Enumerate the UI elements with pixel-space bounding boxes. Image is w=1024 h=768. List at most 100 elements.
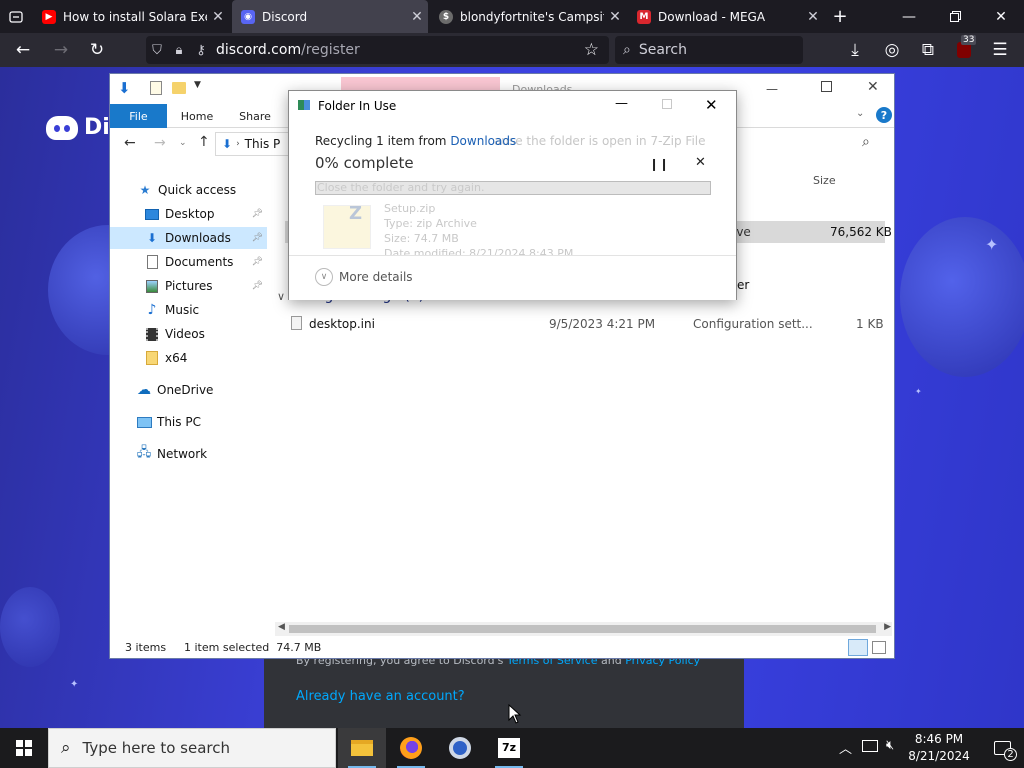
quick-access-download-icon[interactable]: ⬇ bbox=[118, 79, 131, 97]
qat-dropdown-icon[interactable]: ▼ bbox=[194, 80, 201, 90]
zip-file-icon bbox=[323, 205, 371, 249]
nav-network[interactable]: 🖧︎ Network bbox=[110, 443, 267, 465]
horizontal-scrollbar[interactable]: ◀ ▶ bbox=[275, 622, 892, 636]
tab-campsite[interactable]: $ blondyfortnite's Campsite ✕ bbox=[430, 0, 626, 33]
tray-clock[interactable]: 8:46 PM 8/21/2024 bbox=[906, 731, 972, 765]
nav-label: Desktop bbox=[165, 207, 215, 221]
address-bar[interactable]: ⬇ › This P bbox=[215, 132, 290, 156]
ublock-icon[interactable]: 33 bbox=[951, 35, 977, 62]
back-icon[interactable]: ← bbox=[10, 38, 36, 62]
ribbon-tab-home[interactable]: Home bbox=[173, 104, 221, 128]
tab-title: Download - MEGA bbox=[658, 9, 766, 24]
close-icon[interactable]: ✕ bbox=[867, 79, 879, 95]
nav-videos[interactable]: Videos bbox=[110, 323, 267, 345]
new-folder-icon[interactable] bbox=[172, 82, 186, 94]
minimize-icon[interactable]: — bbox=[615, 96, 628, 111]
nav-quick-access[interactable]: ★ Quick access bbox=[110, 179, 267, 201]
nav-desktop[interactable]: Desktop 📌︎ bbox=[110, 203, 267, 225]
login-link[interactable]: Already have an account? bbox=[296, 689, 465, 704]
menu-hamburger-icon[interactable]: ☰ bbox=[987, 38, 1013, 62]
tab-close-icon[interactable]: ✕ bbox=[207, 9, 229, 25]
url-bar[interactable]: ⛉ 🔒︎ ⚷ discord.com/register ☆ bbox=[146, 36, 609, 64]
folder-icon bbox=[144, 351, 160, 365]
recent-dropdown-icon[interactable]: ⌄ bbox=[179, 138, 187, 148]
shield-icon[interactable]: ⛉ bbox=[146, 43, 168, 58]
more-details-toggle[interactable]: ∨ More details bbox=[315, 268, 413, 286]
pause-icon[interactable]: ❙❙ bbox=[649, 157, 669, 171]
star-icon: ★ bbox=[139, 183, 151, 197]
taskbar-7zip[interactable]: 7z bbox=[485, 728, 533, 768]
breadcrumb-this-pc[interactable]: This P bbox=[245, 137, 281, 151]
nav-label: Videos bbox=[165, 327, 205, 341]
ribbon-tab-file[interactable]: File bbox=[110, 104, 167, 128]
restore-icon[interactable] bbox=[932, 0, 978, 33]
file-info-name: Setup.zip bbox=[384, 202, 436, 215]
nav-x64[interactable]: x64 bbox=[110, 347, 267, 369]
tab-close-icon[interactable]: ✕ bbox=[406, 9, 428, 25]
scroll-left-arrow-icon[interactable]: ◀ bbox=[278, 622, 285, 632]
back-arrow-icon[interactable]: ← bbox=[124, 135, 136, 151]
nav-documents[interactable]: Documents 📌︎ bbox=[110, 251, 267, 273]
ribbon-tab-share[interactable]: Share bbox=[231, 104, 279, 128]
tab-title: Discord bbox=[262, 9, 308, 24]
properties-icon[interactable] bbox=[150, 81, 162, 95]
up-arrow-icon[interactable]: ↑ bbox=[198, 134, 210, 150]
downloads-breadcrumb-icon: ⬇ bbox=[222, 137, 233, 151]
tab-close-icon[interactable]: ✕ bbox=[604, 9, 626, 25]
tab-mega[interactable]: M Download - MEGA ✕ bbox=[628, 0, 824, 33]
help-icon[interactable]: ? bbox=[876, 107, 892, 123]
network-tray-icon[interactable] bbox=[862, 740, 878, 752]
maximize-icon[interactable] bbox=[821, 81, 832, 92]
scrollbar-thumb[interactable] bbox=[289, 625, 876, 633]
column-header-size[interactable]: Size bbox=[813, 174, 836, 187]
nav-label: OneDrive bbox=[157, 383, 214, 397]
forward-arrow-icon[interactable]: → bbox=[154, 135, 166, 151]
details-view-icon[interactable] bbox=[848, 639, 868, 656]
file-row-desktop-ini[interactable]: desktop.ini 9/5/2023 4:21 PM Configurati… bbox=[285, 313, 885, 335]
nav-pictures[interactable]: Pictures 📌︎ bbox=[110, 275, 267, 297]
search-bar[interactable]: ⌕ Search bbox=[615, 36, 803, 64]
nav-downloads[interactable]: ⬇ Downloads 📌︎ bbox=[110, 227, 267, 249]
recycling-source-link[interactable]: Downloads bbox=[450, 134, 516, 148]
discord-logo-icon bbox=[46, 115, 78, 140]
pin-icon: 📌︎ bbox=[251, 209, 263, 219]
reload-icon[interactable]: ↻ bbox=[84, 38, 110, 62]
notification-center-button[interactable]: 2 bbox=[980, 728, 1024, 768]
lock-icon[interactable]: 🔒︎ bbox=[168, 43, 190, 58]
permissions-key-icon[interactable]: ⚷ bbox=[190, 43, 212, 58]
taskbar-file-explorer[interactable] bbox=[338, 728, 386, 768]
network-icon: 🖧︎ bbox=[136, 445, 152, 460]
extensions-puzzle-icon[interactable]: ⧉ bbox=[915, 38, 941, 62]
minimize-icon[interactable]: — bbox=[886, 0, 932, 33]
taskbar-firefox[interactable] bbox=[387, 728, 435, 768]
start-button[interactable] bbox=[0, 728, 48, 768]
account-icon[interactable]: ◎ bbox=[879, 38, 905, 62]
tab-close-icon[interactable]: ✕ bbox=[802, 9, 824, 25]
downloads-icon[interactable]: ⤓ bbox=[842, 38, 868, 62]
nav-label: Documents bbox=[165, 255, 234, 269]
nav-this-pc[interactable]: This PC bbox=[110, 411, 267, 433]
nav-label: This PC bbox=[157, 415, 201, 429]
tab-discord[interactable]: ◉ Discord ✕ bbox=[232, 0, 428, 33]
tray-chevron-up-icon[interactable]: ︿ bbox=[839, 738, 852, 757]
close-icon[interactable]: ✕ bbox=[705, 96, 718, 114]
tab-solara[interactable]: ▶ How to install Solara Execu ✕ bbox=[33, 0, 229, 33]
tab-list-icon[interactable] bbox=[0, 0, 32, 33]
close-window-icon[interactable]: ✕ bbox=[978, 0, 1024, 33]
nav-onedrive[interactable]: ☁ OneDrive bbox=[110, 379, 267, 401]
forward-icon[interactable]: → bbox=[48, 38, 74, 62]
scroll-right-arrow-icon[interactable]: ▶ bbox=[884, 622, 891, 632]
background-planet bbox=[0, 587, 60, 667]
bookmark-star-icon[interactable]: ☆ bbox=[584, 40, 599, 60]
minimize-icon[interactable]: — bbox=[766, 82, 778, 96]
cancel-x-icon[interactable]: ✕ bbox=[695, 155, 706, 170]
taskbar-search-box[interactable]: ⌕ Type here to search bbox=[48, 728, 336, 768]
nav-music[interactable]: ♪ Music bbox=[110, 299, 267, 321]
large-icons-view-icon[interactable] bbox=[872, 641, 886, 654]
search-magnifier-icon[interactable]: ⌕ bbox=[862, 134, 870, 150]
volume-muted-icon[interactable]: 🔇︎ bbox=[886, 738, 894, 753]
taskbar-chrome[interactable] bbox=[436, 728, 484, 768]
new-tab-plus-icon[interactable]: + bbox=[826, 0, 854, 33]
recycling-status-text: Recycling 1 item from Downloads bbox=[315, 134, 516, 148]
ribbon-expand-chevron-icon[interactable]: ⌄ bbox=[856, 108, 864, 119]
